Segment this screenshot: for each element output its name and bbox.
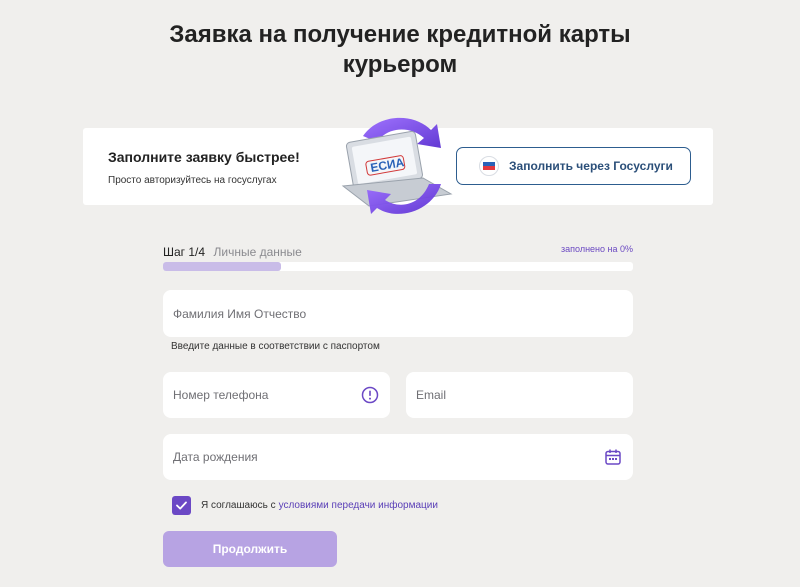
gosuslugi-button-label: Заполнить через Госуслуги xyxy=(509,159,673,173)
agreement-terms-link[interactable]: условиями передачи информации xyxy=(279,500,438,511)
step-name: Личные данные xyxy=(213,245,302,259)
gosuslugi-logo-icon xyxy=(479,156,499,176)
calendar-icon[interactable] xyxy=(604,448,622,466)
step-indicator: Шаг 1/4 Личные данные заполнено на 0% xyxy=(163,243,633,259)
gosuslugi-banner: Заполните заявку быстрее! Просто авториз… xyxy=(83,117,713,214)
step-number: Шаг 1/4 xyxy=(163,245,206,259)
checkmark-icon xyxy=(176,501,187,509)
info-icon[interactable] xyxy=(361,386,379,404)
phone-field[interactable]: Номер телефона xyxy=(163,372,390,418)
agreement-row: Я соглашаюсь с условиями передачи информ… xyxy=(172,495,438,515)
full-name-hint: Введите данные в соответствии с паспорто… xyxy=(171,341,380,352)
filled-percent: заполнено на 0% xyxy=(561,244,633,254)
phone-placeholder: Номер телефона xyxy=(173,388,269,402)
laptop-sync-illustration: ЕСИА xyxy=(341,117,453,214)
full-name-field[interactable]: Фамилия Имя Отчество xyxy=(163,290,633,337)
email-placeholder: Email xyxy=(416,388,447,402)
banner-subtitle: Просто авторизуйтесь на госуслугах xyxy=(108,175,277,186)
agreement-checkbox[interactable] xyxy=(172,495,191,515)
progress-bar-fill xyxy=(163,262,281,271)
email-field[interactable]: Email xyxy=(406,372,633,418)
birthdate-field[interactable]: Дата рождения xyxy=(163,434,633,480)
page-title-line-1: Заявка на получение кредитной карты xyxy=(169,21,631,48)
birthdate-placeholder: Дата рождения xyxy=(173,450,258,464)
banner-title: Заполните заявку быстрее! xyxy=(108,149,300,165)
progress-bar xyxy=(163,262,633,271)
page-title-line-2: курьером xyxy=(342,51,458,78)
continue-button[interactable]: Продолжить xyxy=(163,531,337,567)
gosuslugi-login-button[interactable]: Заполнить через Госуслуги xyxy=(456,147,691,185)
full-name-placeholder: Фамилия Имя Отчество xyxy=(173,306,307,321)
page-title: Заявка на получение кредитной карты курь… xyxy=(0,20,800,80)
agreement-text: Я соглашаюсь с xyxy=(201,499,276,511)
